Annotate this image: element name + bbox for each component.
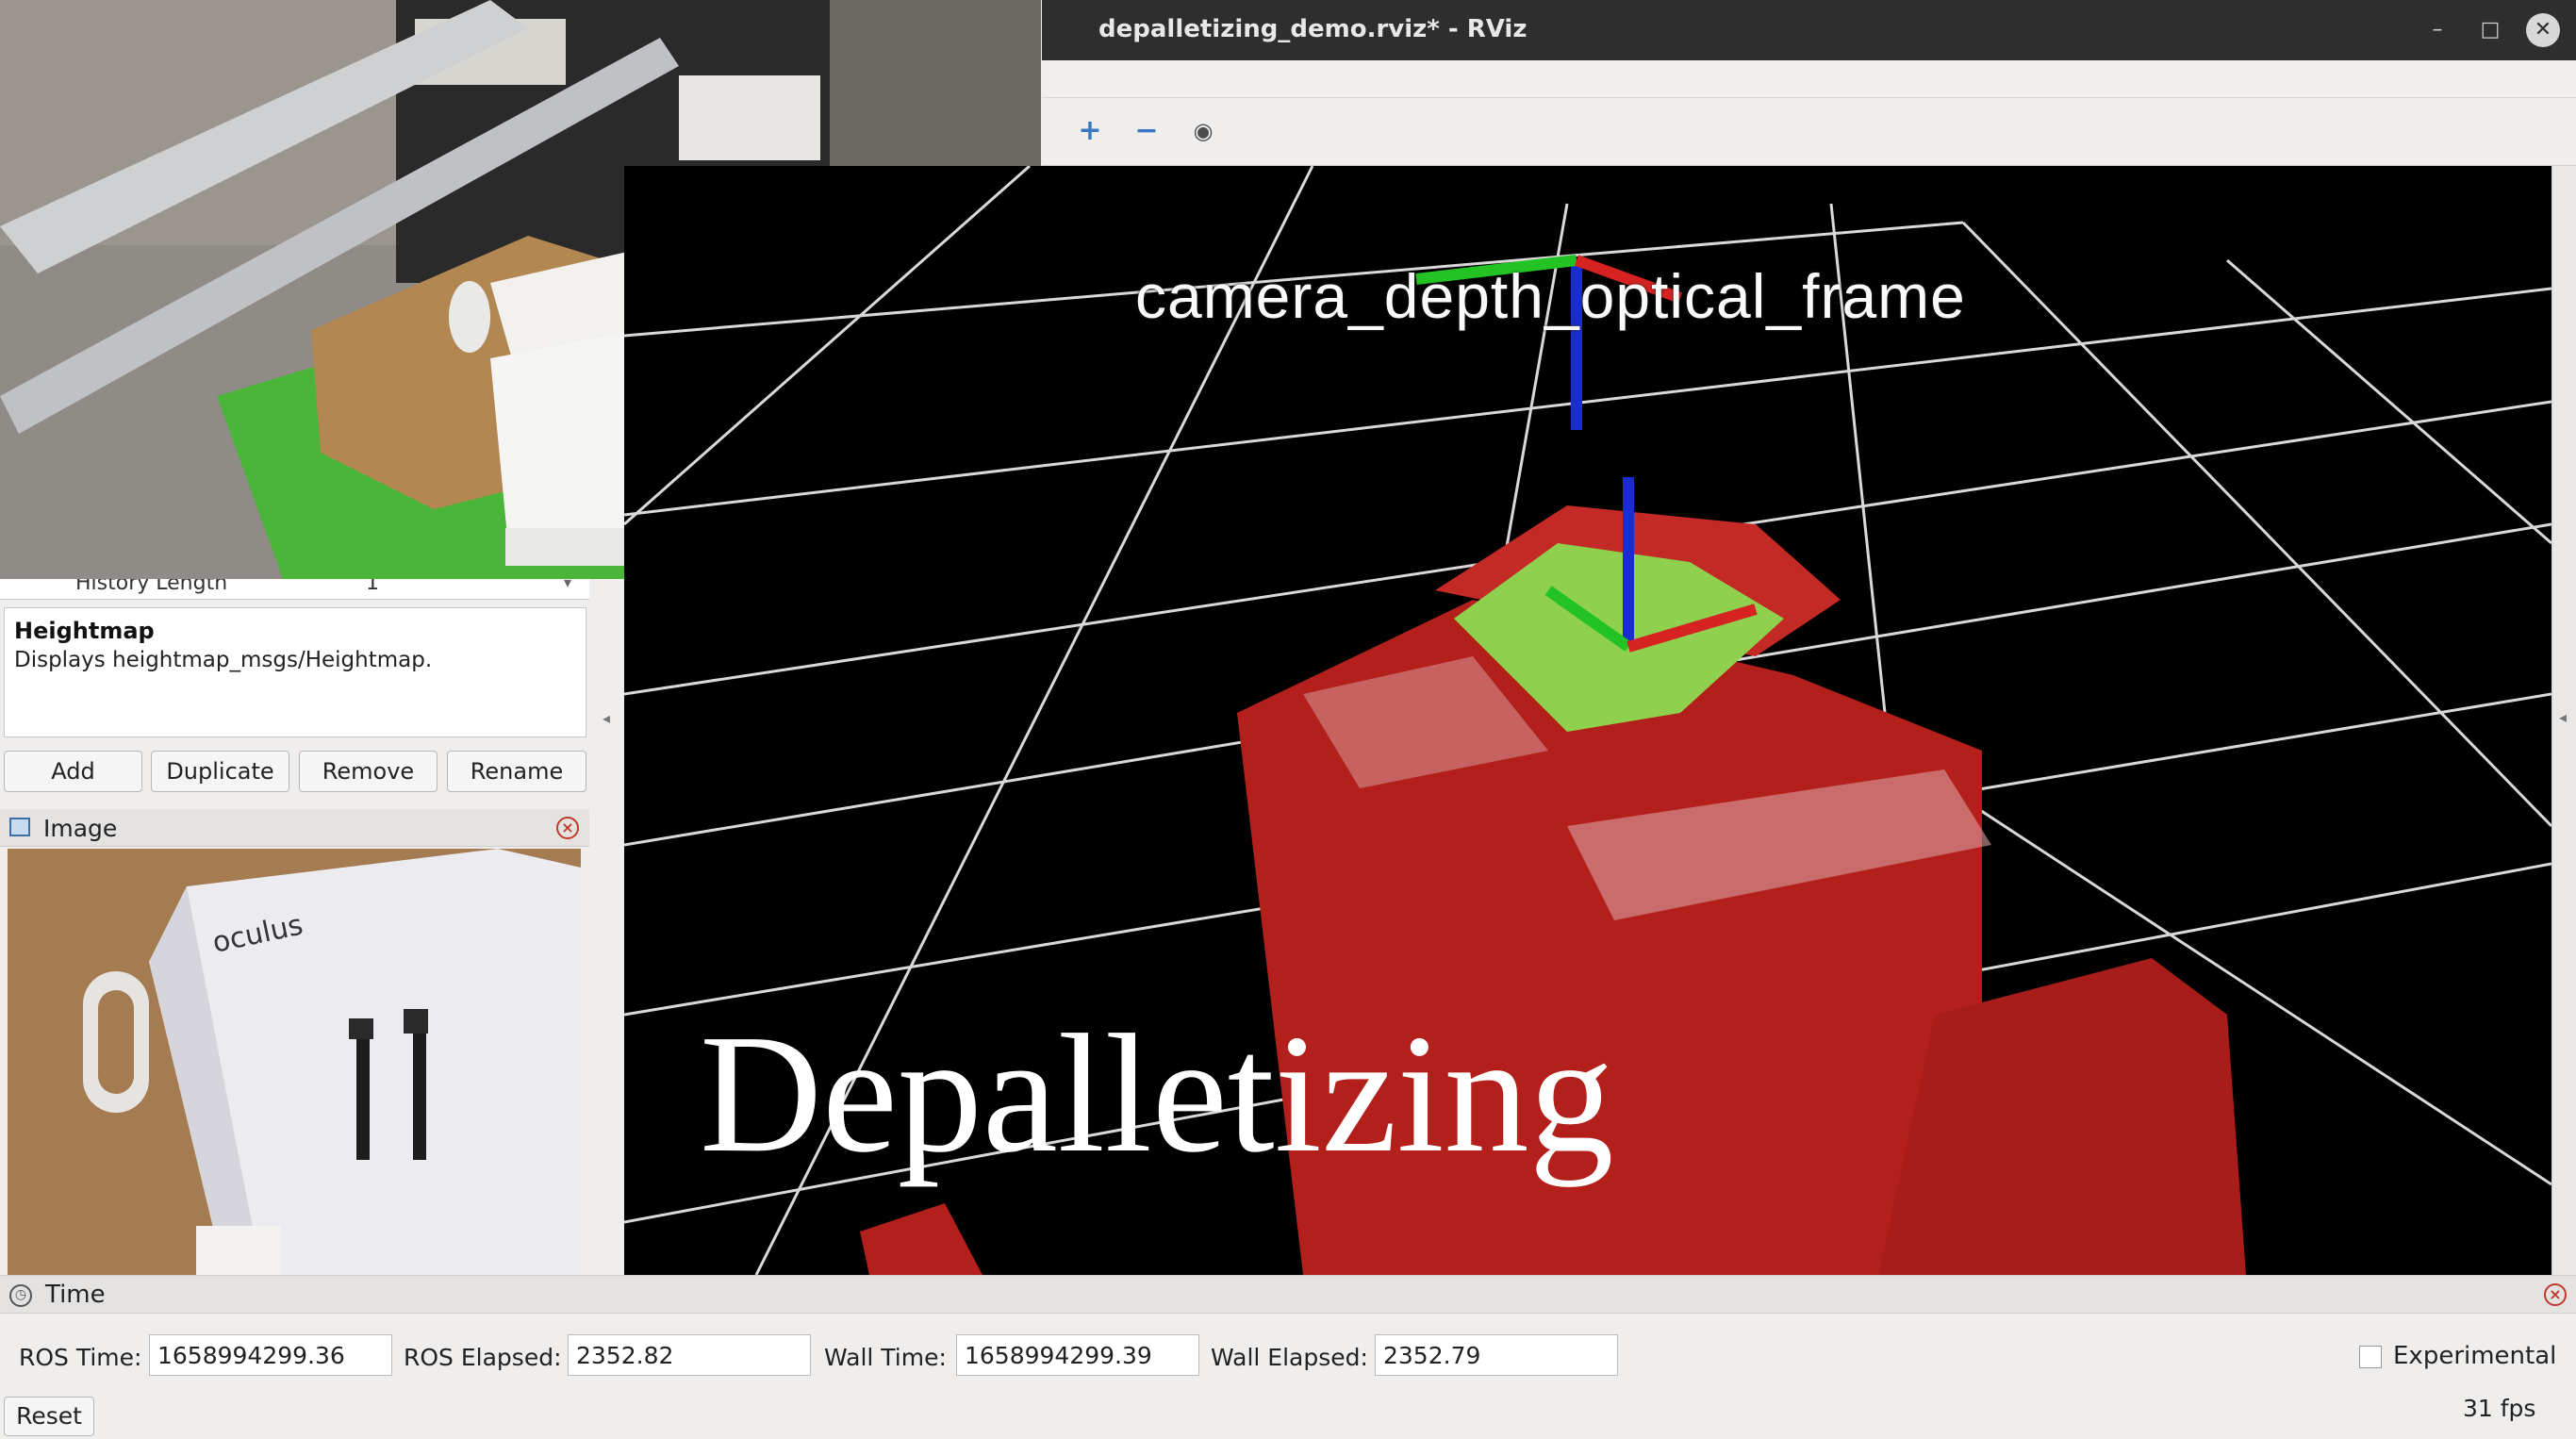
image-panel-title: Image (43, 815, 118, 842)
zoom-in-icon[interactable]: + (1068, 115, 1112, 149)
video-caption: Depalletizing (700, 1000, 1614, 1187)
wall-time-label: Wall Time: (824, 1344, 947, 1371)
property-row[interactable]: History Length 1 ▾ (0, 579, 589, 600)
displays-panel: History Length 1 ▾ Heightmap Displays he… (0, 579, 624, 1275)
menubar (1042, 60, 2576, 98)
window-title: depalletizing_demo.rviz* - RViz (1098, 15, 1527, 43)
minimize-button[interactable]: – (2420, 13, 2454, 47)
close-panel-icon[interactable]: × (2544, 1283, 2567, 1306)
image-icon (9, 818, 30, 836)
ros-time-field[interactable]: 1658994299.36 (149, 1334, 392, 1376)
wall-elapsed-field[interactable]: 2352.79 (1375, 1334, 1618, 1376)
wall-elapsed-label: Wall Elapsed: (1211, 1344, 1368, 1371)
wall-time-field[interactable]: 1658994299.39 (956, 1334, 1199, 1376)
reset-button[interactable]: Reset (4, 1397, 94, 1436)
eye-icon[interactable]: ◉ (1181, 115, 1225, 149)
remove-button[interactable]: Remove (299, 751, 438, 792)
clock-icon: ◷ (9, 1284, 32, 1307)
description-title: Heightmap (14, 618, 155, 644)
description-text: Displays heightmap_msgs/Heightmap. (14, 648, 433, 672)
left-dock-splitter[interactable]: ◂ (589, 579, 624, 1275)
fps-readout: 31 fps (2463, 1395, 2536, 1422)
maximize-button[interactable]: □ (2473, 13, 2507, 47)
display-description: Heightmap Displays heightmap_msgs/Height… (4, 607, 586, 737)
time-panel-title: Time (45, 1281, 106, 1309)
add-button[interactable]: Add (4, 751, 142, 792)
tf-frame-label: camera_depth_optical_frame (1135, 261, 1966, 331)
image-feed-photo: oculus (8, 849, 581, 1275)
toolbar: + − ◉ (1042, 98, 2576, 166)
right-dock-splitter[interactable]: ◂ (2551, 166, 2576, 1275)
rviz-screen: depalletizing_demo.rviz* - RViz – □ ✕ + … (0, 0, 2576, 1439)
close-button[interactable]: ✕ (2526, 13, 2560, 47)
time-panel-header: ◷ Time × (0, 1276, 2576, 1314)
close-panel-icon[interactable]: × (556, 817, 579, 839)
duplicate-button[interactable]: Duplicate (151, 751, 289, 792)
image-panel-header: Image × (0, 809, 589, 847)
image-view: oculus (8, 849, 581, 1275)
3d-viewport[interactable]: camera_depth_optical_frame Depalletizing (624, 166, 2551, 1275)
ros-time-label: ROS Time: (19, 1344, 142, 1371)
zoom-out-icon[interactable]: − (1125, 115, 1168, 149)
rename-button[interactable]: Rename (447, 751, 586, 792)
chevron-down-icon[interactable]: ▾ (564, 579, 571, 591)
property-value[interactable]: 1 (366, 579, 379, 595)
time-panel: ◷ Time × ROS Time: 1658994299.36 ROS Ela… (0, 1275, 2576, 1439)
window-titlebar: depalletizing_demo.rviz* - RViz – □ ✕ (1042, 0, 2576, 60)
property-key: History Length (75, 579, 228, 595)
collapse-left-icon[interactable]: ◂ (603, 709, 610, 727)
ros-elapsed-field[interactable]: 2352.82 (568, 1334, 811, 1376)
ros-elapsed-label: ROS Elapsed: (404, 1344, 562, 1371)
collapse-right-icon[interactable]: ◂ (2559, 708, 2567, 726)
experimental-label: Experimental (2393, 1342, 2557, 1370)
experimental-checkbox[interactable] (2359, 1346, 2382, 1368)
